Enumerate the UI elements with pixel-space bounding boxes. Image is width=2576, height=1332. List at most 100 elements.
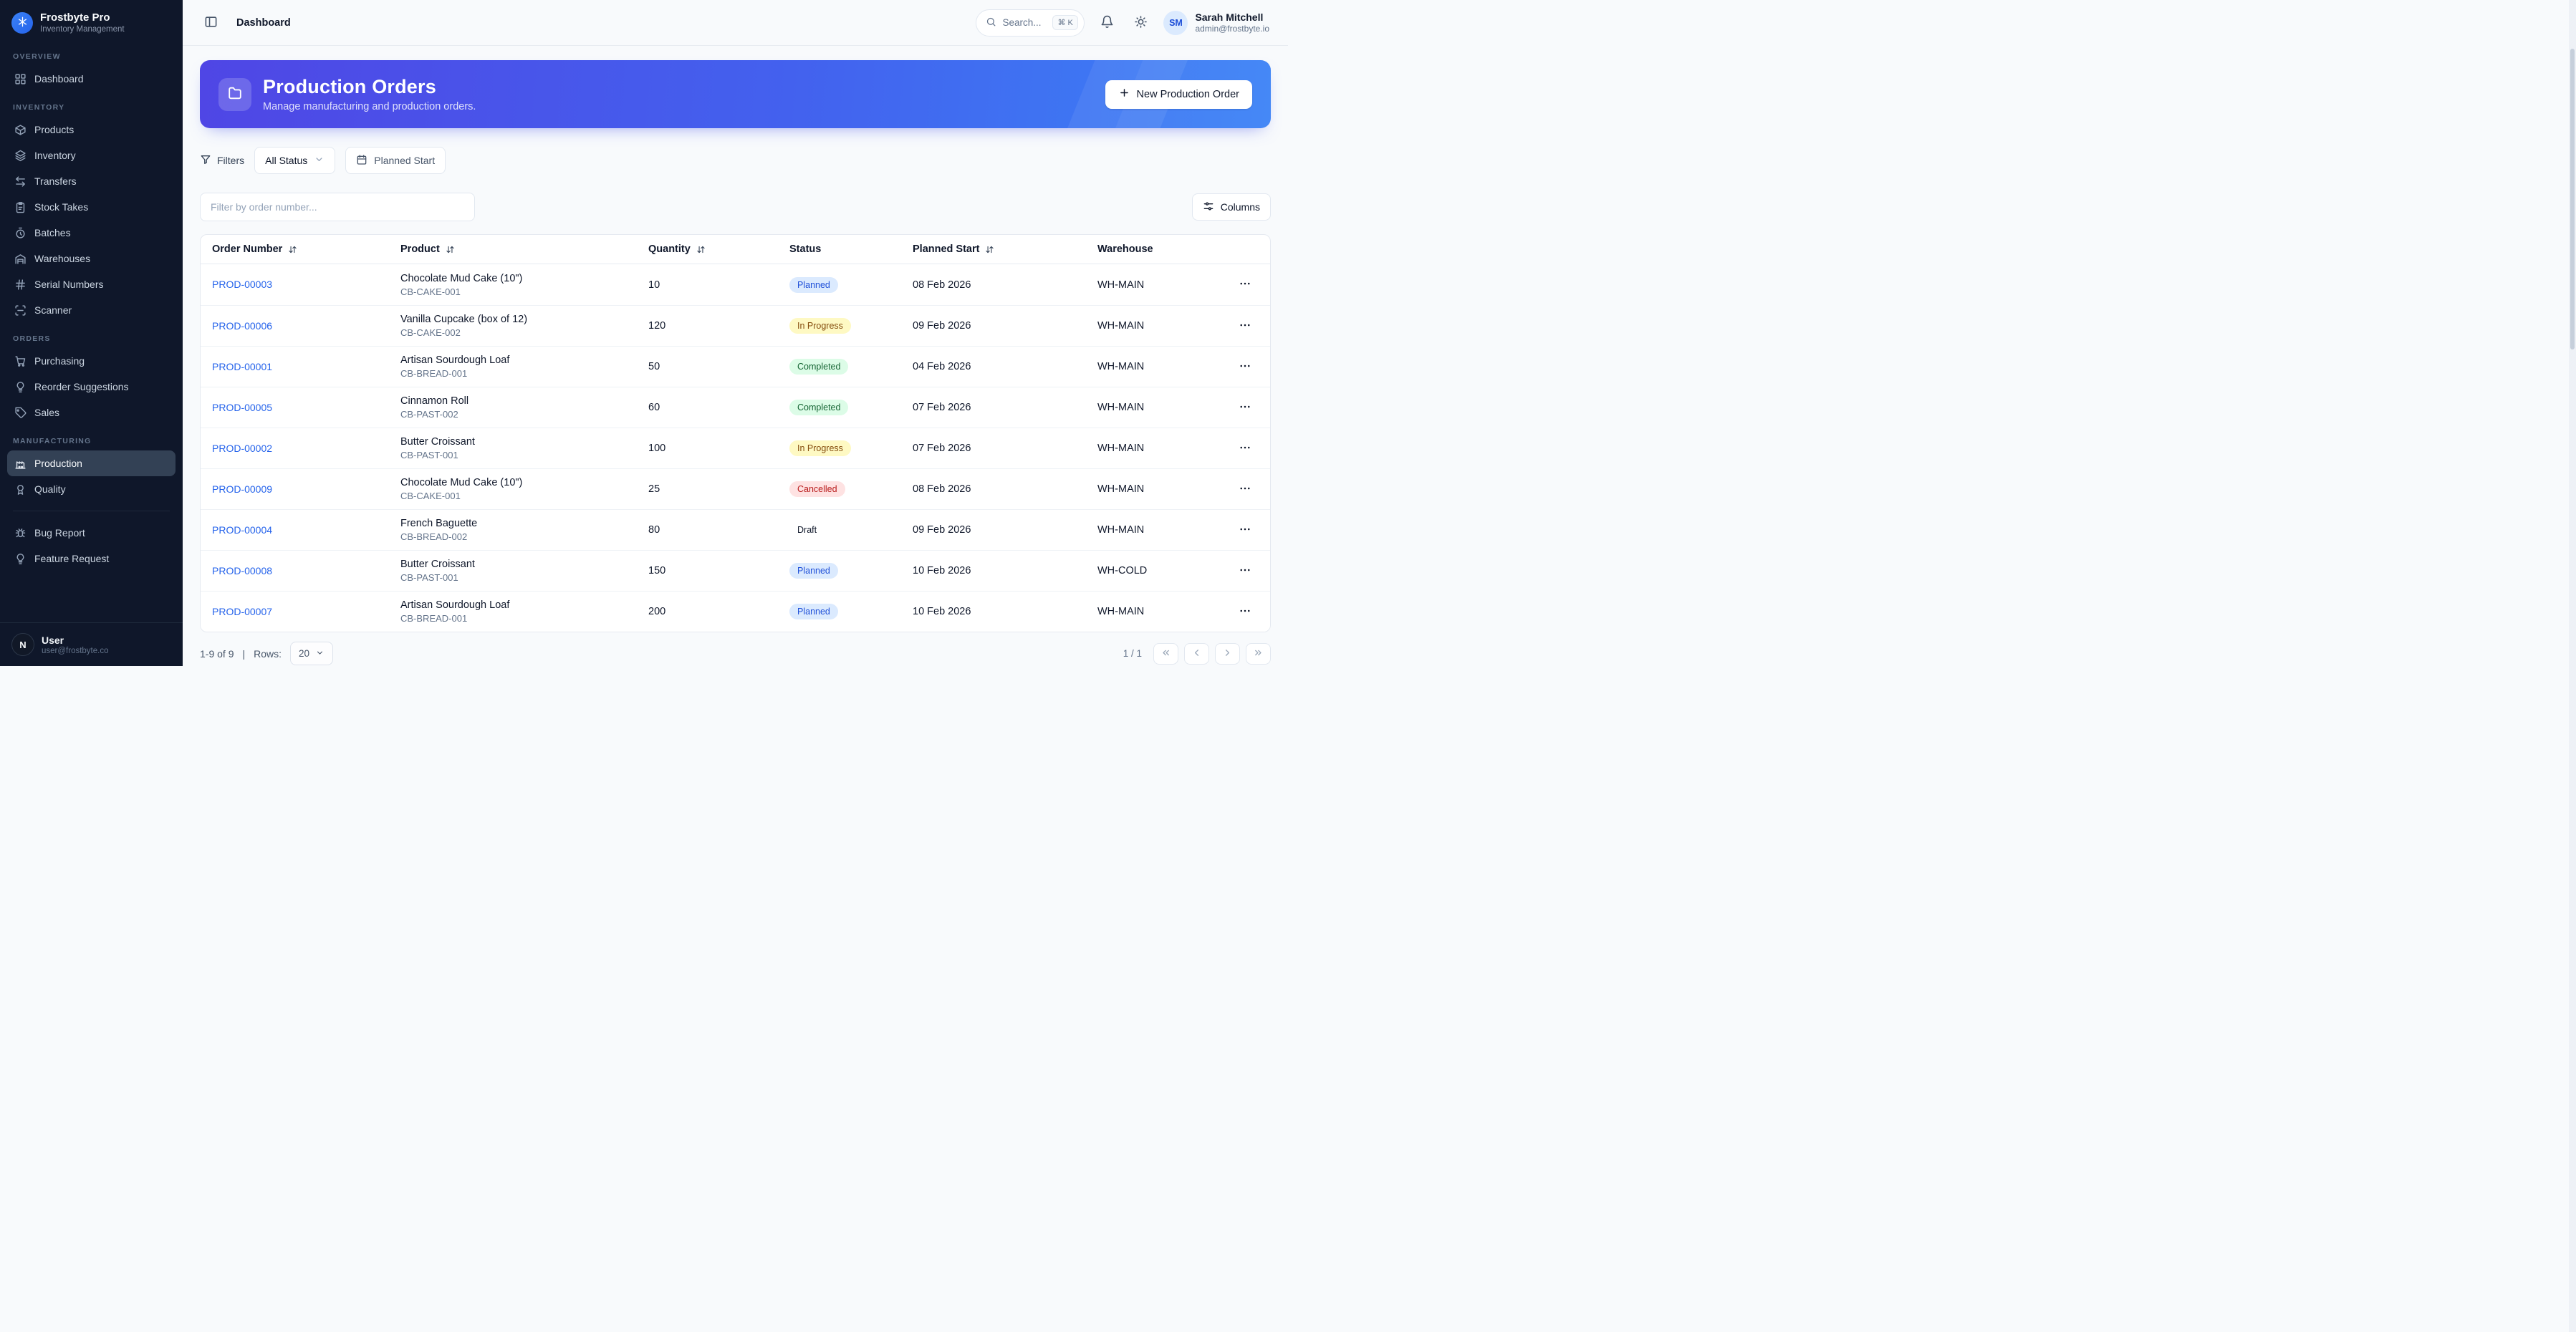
status-badge: Completed [789,400,849,415]
order-number-link[interactable]: PROD-00004 [212,524,272,536]
calendar-icon [356,154,367,168]
warehouse-cell: WH-MAIN [1097,443,1145,454]
table-row[interactable]: PROD-00005 Cinnamon Roll CB-PAST-002 60 … [201,387,1270,428]
product-name: Butter Croissant [400,436,475,448]
chevron-right-icon [1222,647,1233,660]
order-number-link[interactable]: PROD-00007 [212,606,272,617]
table-row[interactable]: PROD-00004 French Baguette CB-BREAD-002 … [201,509,1270,550]
sidebar-item-warehouses[interactable]: Warehouses [7,246,176,271]
table-row[interactable]: PROD-00006 Vanilla Cupcake (box of 12) C… [201,305,1270,346]
hero-title: Production Orders [263,76,436,97]
product-sku: CB-BREAD-001 [400,613,468,624]
table-header-row: Order Number Product Quantity Status Planned… [201,235,1270,264]
order-number-link[interactable]: PROD-00001 [212,361,272,372]
user-menu[interactable]: SM Sarah Mitchell admin@frostbyte.io [1163,10,1269,35]
global-search-input[interactable] [1002,17,1047,28]
table-row[interactable]: PROD-00007 Artisan Sourdough Loaf CB-BRE… [201,591,1270,632]
sidebar-item-scanner[interactable]: Scanner [7,297,176,323]
status-filter-select[interactable]: All Status [254,147,336,174]
column-header-quantity[interactable]: Quantity [637,235,778,264]
table-row[interactable]: PROD-00002 Butter Croissant CB-PAST-001 … [201,428,1270,468]
row-actions-button[interactable] [1234,560,1256,581]
topbar: Dashboard ⌘ K SM Sarah Mitchell admin@fr… [183,0,1288,46]
sidebar-item-serial-numbers[interactable]: Serial Numbers [7,271,176,297]
first-page-button[interactable] [1153,642,1178,665]
status-badge: Completed [789,359,849,375]
sidebar-item-quality[interactable]: Quality [7,476,176,502]
ellipsis-icon [1239,400,1251,415]
planned-start-cell: 10 Feb 2026 [913,606,971,617]
row-actions-button[interactable] [1234,274,1256,296]
sidebar-item-inventory[interactable]: Inventory [7,143,176,168]
global-search[interactable]: ⌘ K [976,9,1085,37]
row-actions-button[interactable] [1234,438,1256,459]
quantity-cell: 120 [648,320,666,332]
column-header-product[interactable]: Product [389,235,637,264]
order-number-link[interactable]: PROD-00005 [212,402,272,413]
last-page-button[interactable] [1246,642,1271,665]
sort-icon [446,245,455,254]
folder-icon [227,85,243,103]
planned-start-cell: 04 Feb 2026 [913,361,971,372]
product-sku: CB-PAST-001 [400,450,458,460]
theme-toggle-button[interactable] [1130,11,1152,35]
column-header-planned-start[interactable]: Planned Start [901,235,1086,264]
cart-icon [14,355,27,367]
rows-per-page-select[interactable]: 20 [290,642,334,665]
row-actions-button[interactable] [1234,601,1256,622]
column-header-order-number[interactable]: Order Number [201,235,389,264]
row-actions-button[interactable] [1234,397,1256,418]
sidebar-item-batches[interactable]: Batches [7,220,176,246]
plus-icon [1118,87,1130,102]
sidebar-user-email: user@frostbyte.co [42,646,109,655]
table-row[interactable]: PROD-00001 Artisan Sourdough Loaf CB-BRE… [201,346,1270,387]
notifications-button[interactable] [1096,11,1118,35]
product-name: French Baguette [400,518,478,529]
columns-button[interactable]: Columns [1191,193,1271,221]
new-production-order-button[interactable]: New Production Order [1105,79,1252,109]
scrollbar-thumb[interactable] [2570,49,2575,349]
warehouse-cell: WH-MAIN [1097,483,1145,495]
sidebar-item-transfers[interactable]: Transfers [7,168,176,194]
sidebar-item-bug-report[interactable]: Bug Report [7,520,176,546]
row-actions-button[interactable] [1234,519,1256,541]
status-badge: In Progress [789,318,851,334]
funnel-icon [200,154,211,168]
order-number-link[interactable]: PROD-00009 [212,483,272,495]
order-number-link[interactable]: PROD-00008 [212,565,272,576]
next-page-button[interactable] [1215,642,1240,665]
planned-start-filter-button[interactable]: Planned Start [345,147,446,174]
chevrons-left-icon [1160,647,1171,660]
product-name: Vanilla Cupcake (box of 12) [400,314,528,325]
row-actions-button[interactable] [1234,356,1256,377]
sidebar-item-dashboard[interactable]: Dashboard [7,66,176,92]
table-row[interactable]: PROD-00003 Chocolate Mud Cake (10") CB-C… [201,264,1270,305]
table-row[interactable]: PROD-00008 Butter Croissant CB-PAST-001 … [201,550,1270,591]
sidebar-user-card[interactable]: N User user@frostbyte.co [0,622,183,666]
chevron-down-icon [315,648,325,660]
order-number-link[interactable]: PROD-00006 [212,320,272,332]
row-actions-button[interactable] [1234,315,1256,337]
search-icon [986,16,996,29]
sidebar-item-stock-takes[interactable]: Stock Takes [7,194,176,220]
user-avatar: N [11,633,34,656]
sidebar-item-feature-request[interactable]: Feature Request [7,546,176,571]
order-number-link[interactable]: PROD-00002 [212,443,272,454]
order-number-link[interactable]: PROD-00003 [212,279,272,290]
row-actions-button[interactable] [1234,478,1256,500]
warehouse-cell: WH-MAIN [1097,524,1145,536]
sidebar-item-production[interactable]: Production [7,450,176,476]
sidebar-item-products[interactable]: Products [7,117,176,143]
table-row[interactable]: PROD-00009 Chocolate Mud Cake (10") CB-C… [201,468,1270,509]
status-badge: Planned [789,604,838,619]
page-scrollbar[interactable] [2569,0,2576,1332]
sidebar-toggle-button[interactable] [200,11,222,35]
warehouse-cell: WH-MAIN [1097,320,1145,332]
order-number-filter-input[interactable] [200,193,475,221]
sidebar-item-purchasing[interactable]: Purchasing [7,348,176,374]
timer-icon [14,227,27,239]
sidebar-item-reorder-suggestions[interactable]: Reorder Suggestions [7,374,176,400]
prev-page-button[interactable] [1184,642,1209,665]
sidebar-item-sales[interactable]: Sales [7,400,176,425]
warehouse-cell: WH-MAIN [1097,361,1145,372]
